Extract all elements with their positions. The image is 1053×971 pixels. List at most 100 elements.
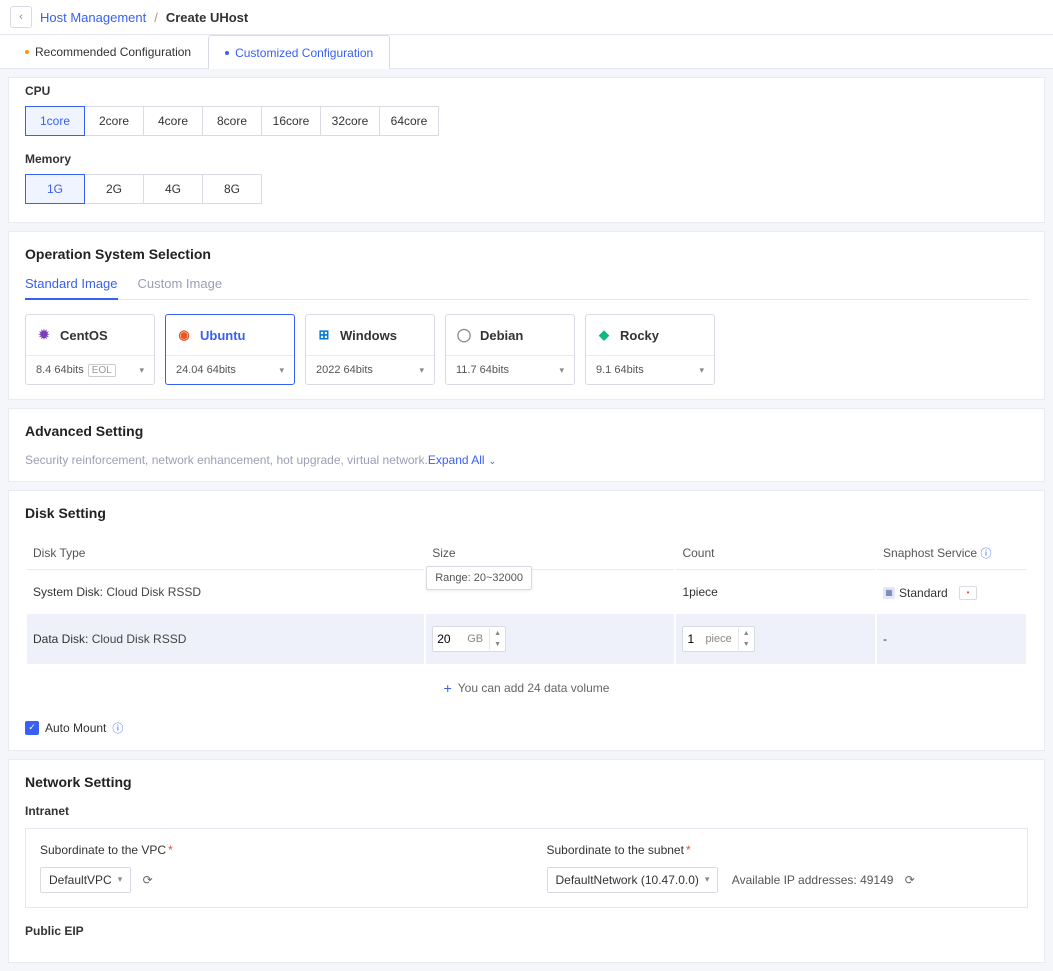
count-spinner[interactable]: ▲▼: [738, 628, 754, 650]
os-version-select-debian[interactable]: 11.7 64bits ▾: [446, 356, 574, 384]
vpc-select[interactable]: DefaultVPC ▾: [40, 867, 131, 893]
os-version-select-centos[interactable]: 8.4 64bits EOL ▾: [26, 356, 154, 384]
chevron-down-icon: ▾: [139, 365, 144, 376]
os-name: CentOS: [60, 328, 108, 343]
data-disk-size-input[interactable]: GB ▲▼: [432, 626, 506, 652]
data-disk-row: Data Disk: Cloud Disk RSSD GB ▲▼ piece ▲…: [27, 614, 1026, 664]
os-version-text: 11.7 64bits: [456, 364, 509, 376]
data-disk-value: Cloud Disk RSSD: [92, 632, 187, 646]
data-disk-size-field[interactable]: [433, 632, 467, 646]
size-spinner[interactable]: ▲▼: [489, 628, 505, 650]
data-disk-snapshot: -: [877, 614, 1026, 664]
data-disk-count-input[interactable]: piece ▲▼: [682, 626, 754, 652]
cpu-option-2core[interactable]: 2core: [84, 106, 144, 136]
cpu-option-4core[interactable]: 4core: [143, 106, 203, 136]
eol-badge: EOL: [88, 364, 116, 377]
cpu-option-group: 1core 2core 4core 8core 16core 32core 64…: [25, 106, 1028, 136]
windows-icon: ⊞: [316, 327, 332, 343]
required-star: *: [168, 843, 173, 857]
subnet-label: Subordinate to the subnet*: [547, 843, 1014, 857]
spin-down-icon[interactable]: ▼: [490, 639, 505, 650]
tab-customized-config[interactable]: Customized Configuration: [208, 35, 390, 69]
cpu-option-8core[interactable]: 8core: [202, 106, 262, 136]
spin-up-icon[interactable]: ▲: [490, 628, 505, 639]
os-name: Ubuntu: [200, 328, 245, 343]
add-volume-button[interactable]: + You can add 24 data volume: [444, 680, 610, 696]
add-volume-row: + You can add 24 data volume: [25, 666, 1028, 710]
chevron-down-icon: ▾: [118, 874, 123, 885]
refresh-icon[interactable]: ⟳: [143, 873, 153, 887]
memory-option-8g[interactable]: 8G: [202, 174, 262, 204]
system-disk-count: 1piece: [676, 572, 875, 612]
tab-dot-icon: [225, 51, 229, 55]
breadcrumb-separator: /: [154, 10, 158, 25]
tab-recommended-config[interactable]: Recommended Configuration: [8, 35, 208, 68]
expand-all-link[interactable]: Expand All: [428, 453, 485, 467]
rocky-icon: ◆: [596, 327, 612, 343]
cpu-label: CPU: [25, 84, 1028, 98]
centos-icon: ✹: [36, 327, 52, 343]
system-disk-row: System Disk: Cloud Disk RSSD Range: 20~3…: [27, 572, 1026, 612]
size-unit: GB: [467, 633, 489, 645]
os-version-select-ubuntu[interactable]: 24.04 64bits▾: [166, 356, 294, 384]
chevron-down-icon: ▾: [559, 365, 564, 376]
system-disk-snapshot: Standard: [899, 586, 948, 600]
basic-config-panel: CPU 1core 2core 4core 8core 16core 32cor…: [8, 77, 1045, 223]
ubuntu-icon: ◉: [176, 327, 192, 343]
os-version-select-windows[interactable]: 2022 64bits ▾: [306, 356, 434, 384]
breadcrumb: ‹ Host Management / Create UHost: [0, 0, 1053, 35]
disk-panel-title: Disk Setting: [25, 505, 1028, 521]
os-card-windows[interactable]: ⊞ Windows 2022 64bits ▾: [305, 314, 435, 385]
os-card-rocky[interactable]: ◆Rocky 9.1 64bits▾: [585, 314, 715, 385]
disk-col-type: Disk Type: [27, 537, 424, 570]
chevron-down-icon: ⌄: [489, 456, 497, 466]
image-subtabs: Standard Image Custom Image: [25, 276, 1028, 300]
tab-dot-icon: [25, 50, 29, 54]
os-card-centos[interactable]: ✹ CentOS 8.4 64bits EOL ▾: [25, 314, 155, 385]
disk-col-count: Count: [676, 537, 875, 570]
vpc-select-value: DefaultVPC: [49, 873, 112, 887]
os-version-text: 8.4 64bits: [36, 364, 84, 376]
memory-option-group: 1G 2G 4G 8G: [25, 174, 1028, 204]
os-name: Windows: [340, 328, 397, 343]
os-version-text: 2022 64bits: [316, 364, 373, 376]
memory-option-2g[interactable]: 2G: [84, 174, 144, 204]
subnet-select[interactable]: DefaultNetwork (10.47.0.0)▾: [547, 867, 719, 893]
refresh-icon[interactable]: ⟳: [905, 873, 915, 887]
cpu-option-32core[interactable]: 32core: [320, 106, 380, 136]
memory-option-1g[interactable]: 1G: [25, 174, 85, 204]
spin-down-icon[interactable]: ▼: [739, 639, 754, 650]
add-volume-label: You can add 24 data volume: [458, 681, 610, 695]
os-version-text: 24.04 64bits: [176, 364, 236, 376]
auto-mount-checkbox[interactable]: ✓: [25, 721, 39, 735]
os-card-ubuntu[interactable]: ◉ Ubuntu 24.04 64bits▾: [165, 314, 295, 385]
cpu-option-64core[interactable]: 64core: [379, 106, 439, 136]
subtab-custom-image[interactable]: Custom Image: [138, 276, 223, 299]
info-icon[interactable]: ⓘ: [112, 720, 123, 736]
info-icon[interactable]: ⓘ: [980, 548, 991, 560]
subtab-standard-image[interactable]: Standard Image: [25, 276, 118, 299]
disk-setting-panel: Disk Setting Disk Type Size Count Snapho…: [8, 490, 1045, 751]
chevron-down-icon: ▾: [419, 365, 424, 376]
data-disk-count-field[interactable]: [683, 632, 705, 646]
advanced-panel-title: Advanced Setting: [25, 423, 1028, 439]
cpu-option-1core[interactable]: 1core: [25, 106, 85, 136]
spin-up-icon[interactable]: ▲: [739, 628, 754, 639]
plus-icon: +: [444, 680, 452, 696]
memory-label: Memory: [25, 152, 1028, 166]
count-unit: piece: [705, 633, 737, 645]
disk-table: Disk Type Size Count Snaphost Service ⓘ …: [25, 535, 1028, 666]
breadcrumb-current: Create UHost: [166, 10, 248, 25]
os-version-select-rocky[interactable]: 9.1 64bits▾: [586, 356, 714, 384]
os-card-debian[interactable]: ◯Debian 11.7 64bits▾: [445, 314, 575, 385]
breadcrumb-parent-link[interactable]: Host Management: [40, 10, 146, 25]
tab-recommended-label: Recommended Configuration: [35, 45, 191, 59]
size-range-tooltip: Range: 20~32000: [426, 566, 532, 590]
back-button[interactable]: ‹: [10, 6, 32, 28]
advanced-setting-panel: Advanced Setting Security reinforcement,…: [8, 408, 1045, 482]
memory-option-4g[interactable]: 4G: [143, 174, 203, 204]
snapshot-toggle[interactable]: •: [959, 586, 977, 600]
intranet-subtitle: Intranet: [25, 804, 1028, 818]
auto-mount-label: Auto Mount: [45, 721, 106, 735]
cpu-option-16core[interactable]: 16core: [261, 106, 321, 136]
